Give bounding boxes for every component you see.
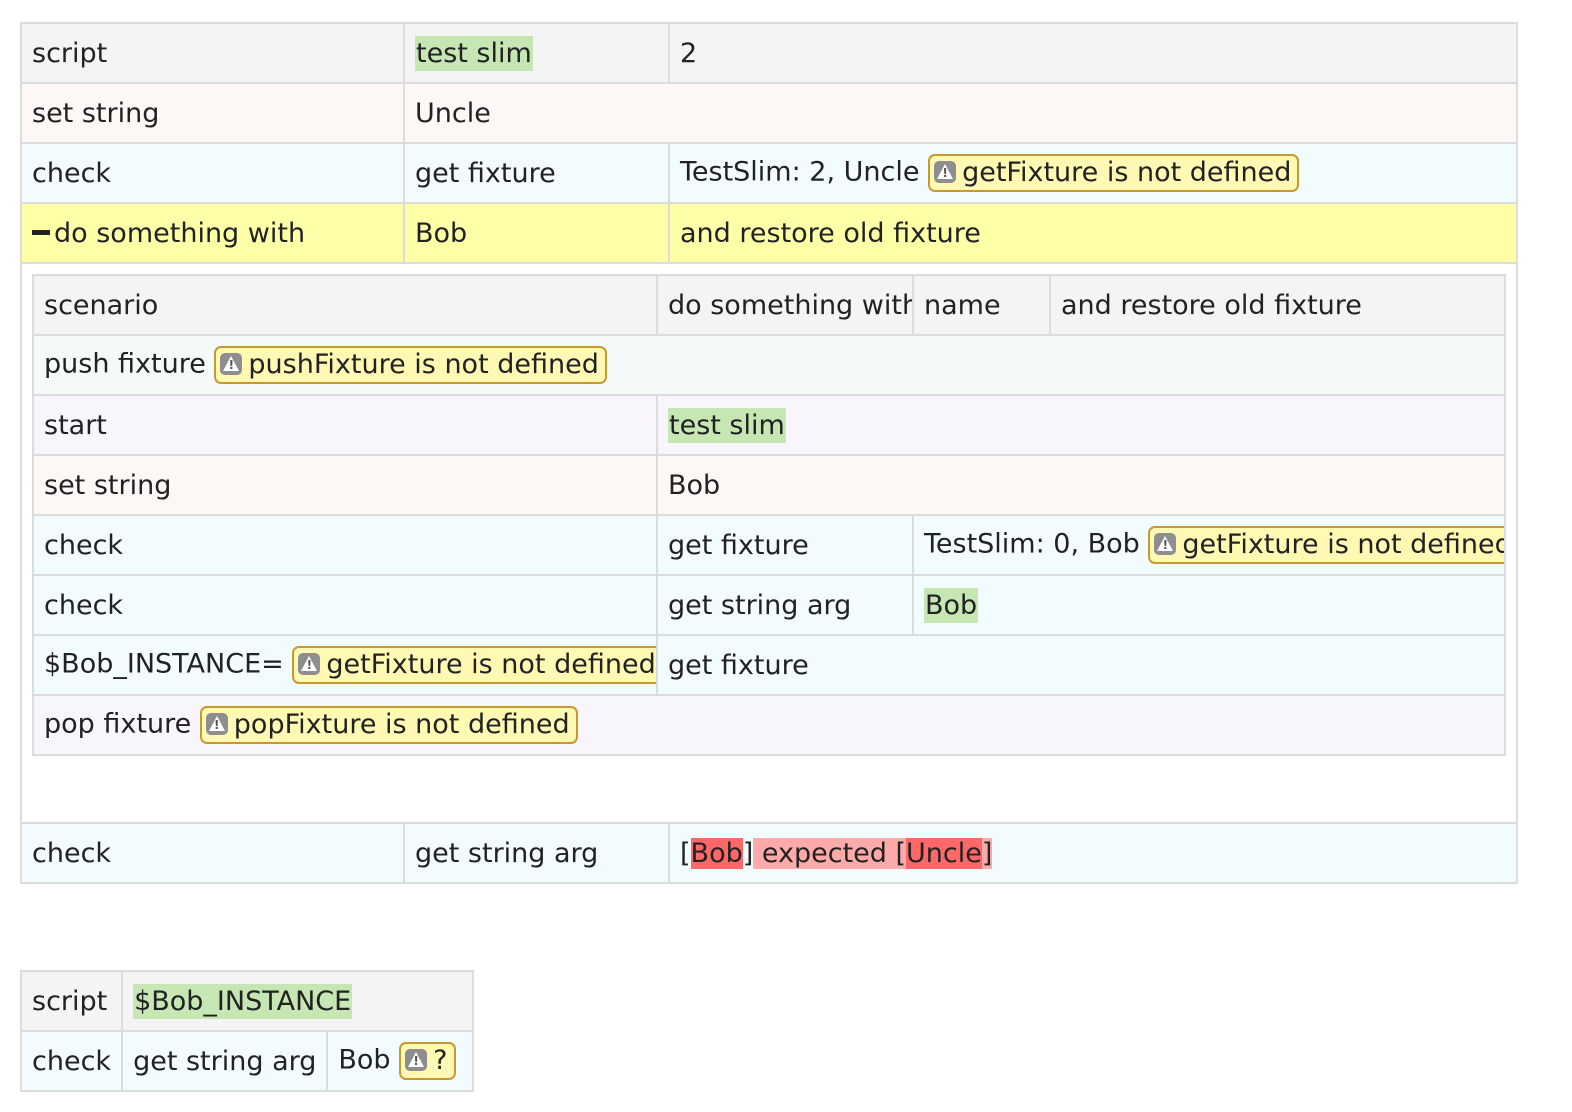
scenario-keyword: scenario bbox=[32, 274, 658, 336]
check-string-row: check get string arg Bob ? bbox=[19, 1030, 475, 1092]
check-keyword: check bbox=[19, 1030, 124, 1092]
bracket-close: ] bbox=[981, 837, 993, 869]
error-message: ? bbox=[433, 1045, 448, 1076]
method-cell: get string arg bbox=[403, 822, 670, 884]
check-keyword: check bbox=[32, 514, 658, 576]
set-string-value: Uncle bbox=[403, 82, 1518, 144]
pop-fixture-label: pop fixture bbox=[44, 708, 192, 740]
error-message: getFixture is not defined bbox=[1182, 529, 1505, 560]
result-cell: Bob ? bbox=[326, 1030, 475, 1092]
bracket-close: ] bbox=[742, 837, 754, 869]
error-badge[interactable]: getFixture is not defined bbox=[1148, 526, 1505, 564]
expected-label: expected [ bbox=[753, 837, 907, 869]
script-keyword: script bbox=[19, 970, 124, 1032]
assign-row: $Bob_INSTANCE= getFixture is not defined… bbox=[32, 634, 1506, 696]
method-cell: get fixture bbox=[403, 142, 670, 204]
failure-cell: [Bob] expected [Uncle] bbox=[668, 822, 1518, 884]
assign-cell: $Bob_INSTANCE= getFixture is not defined bbox=[32, 634, 658, 696]
result-cell: TestSlim: 0, Bob getFixture is not defin… bbox=[912, 514, 1506, 576]
warning-icon bbox=[934, 161, 957, 183]
symbol-assign: $Bob_INSTANCE= bbox=[44, 648, 284, 680]
start-row: start test slim bbox=[32, 394, 1506, 456]
fixture-name-cell: $Bob_INSTANCE bbox=[121, 970, 475, 1032]
warning-icon bbox=[205, 713, 228, 735]
symbol-pass: $Bob_INSTANCE bbox=[133, 983, 353, 1019]
check-keyword: check bbox=[20, 822, 405, 884]
error-message: pushFixture is not defined bbox=[248, 349, 599, 380]
scenario-header-row: scenario do something with name and rest… bbox=[32, 274, 1506, 336]
method-cell: get fixture bbox=[656, 514, 914, 576]
push-fixture-cell: push fixture pushFixture is not defined bbox=[32, 334, 1506, 396]
scenario-call-suffix: and restore old fixture bbox=[668, 202, 1518, 264]
script-keyword: script bbox=[20, 22, 405, 84]
method-cell: get string arg bbox=[121, 1030, 329, 1092]
bracket-open: [ bbox=[680, 837, 691, 869]
check-keyword: check bbox=[20, 142, 405, 204]
pop-fixture-row: pop fixture popFixture is not defined bbox=[32, 694, 1506, 756]
error-badge[interactable]: popFixture is not defined bbox=[199, 706, 578, 744]
scenario-name-part: do something with bbox=[656, 274, 914, 336]
scenario-table: scenario do something with name and rest… bbox=[32, 274, 1506, 756]
error-message: getFixture is not defined bbox=[962, 157, 1292, 188]
scenario-expansion: scenario do something with name and rest… bbox=[20, 262, 1518, 824]
scenario-call-cell: do something with bbox=[20, 202, 405, 264]
result-cell: Bob bbox=[912, 574, 1506, 636]
set-string-keyword: set string bbox=[32, 454, 658, 516]
scenario-expansion-row: scenario do something with name and rest… bbox=[20, 262, 1518, 824]
script-row: script test slim 2 bbox=[20, 22, 1518, 84]
warning-icon bbox=[220, 353, 243, 375]
error-badge[interactable]: ? bbox=[399, 1042, 456, 1080]
error-message: getFixture is not defined bbox=[326, 649, 656, 680]
method-cell: get fixture bbox=[656, 634, 1506, 696]
result-value: TestSlim: 2, Uncle bbox=[680, 156, 920, 188]
error-message: popFixture is not defined bbox=[233, 709, 570, 740]
fixture-arg-cell: 2 bbox=[668, 22, 1518, 84]
error-badge[interactable]: getFixture is not defined bbox=[292, 646, 656, 684]
start-fixture-cell: test slim bbox=[656, 394, 1506, 456]
pop-fixture-cell: pop fixture popFixture is not defined bbox=[32, 694, 1506, 756]
result-value: Bob bbox=[338, 1044, 391, 1076]
result-pass: Bob bbox=[924, 587, 979, 623]
warning-icon bbox=[1154, 533, 1177, 555]
error-badge[interactable]: getFixture is not defined bbox=[928, 154, 1300, 192]
scenario-call-row: do something with Bob and restore old fi… bbox=[20, 202, 1518, 264]
push-fixture-row: push fixture pushFixture is not defined bbox=[32, 334, 1506, 396]
check-keyword: check bbox=[32, 574, 658, 636]
push-fixture-label: push fixture bbox=[44, 348, 206, 380]
actual-value: Bob bbox=[690, 837, 743, 869]
script-row: script $Bob_INSTANCE bbox=[19, 970, 475, 1032]
collapse-icon[interactable] bbox=[32, 229, 50, 235]
scenario-call-name: do something with bbox=[54, 217, 306, 249]
set-string-row: set string Uncle bbox=[20, 82, 1518, 144]
warning-icon bbox=[298, 653, 321, 675]
check-string-arg-row: check get string arg [Bob] expected [Unc… bbox=[20, 822, 1518, 884]
check-string-row: check get string arg Bob bbox=[32, 574, 1506, 636]
scenario-arg: Bob bbox=[403, 202, 670, 264]
check-fixture-row: check get fixture TestSlim: 0, Bob getFi… bbox=[32, 514, 1506, 576]
error-badge[interactable]: pushFixture is not defined bbox=[214, 346, 607, 384]
check-fixture-row: check get fixture TestSlim: 2, Uncle get… bbox=[20, 142, 1518, 204]
warning-icon bbox=[405, 1049, 428, 1071]
scenario-param: name bbox=[912, 274, 1051, 336]
result-value: TestSlim: 0, Bob bbox=[924, 528, 1140, 560]
result-cell: TestSlim: 2, Uncle getFixture is not def… bbox=[668, 142, 1518, 204]
method-cell: get string arg bbox=[656, 574, 914, 636]
expected-value: Uncle bbox=[906, 837, 982, 869]
fixture-name-cell: test slim bbox=[403, 22, 670, 84]
fixture-name-pass: test slim bbox=[415, 35, 533, 71]
set-string-keyword: set string bbox=[20, 82, 405, 144]
start-keyword: start bbox=[32, 394, 658, 456]
instance-script-table: script $Bob_INSTANCE check get string ar… bbox=[19, 970, 475, 1092]
set-string-row: set string Bob bbox=[32, 454, 1506, 516]
set-string-value: Bob bbox=[656, 454, 1506, 516]
scenario-name-part: and restore old fixture bbox=[1049, 274, 1506, 336]
fixture-name-pass: test slim bbox=[668, 407, 786, 443]
main-script-table: script test slim 2 set string Uncle chec… bbox=[20, 22, 1518, 884]
